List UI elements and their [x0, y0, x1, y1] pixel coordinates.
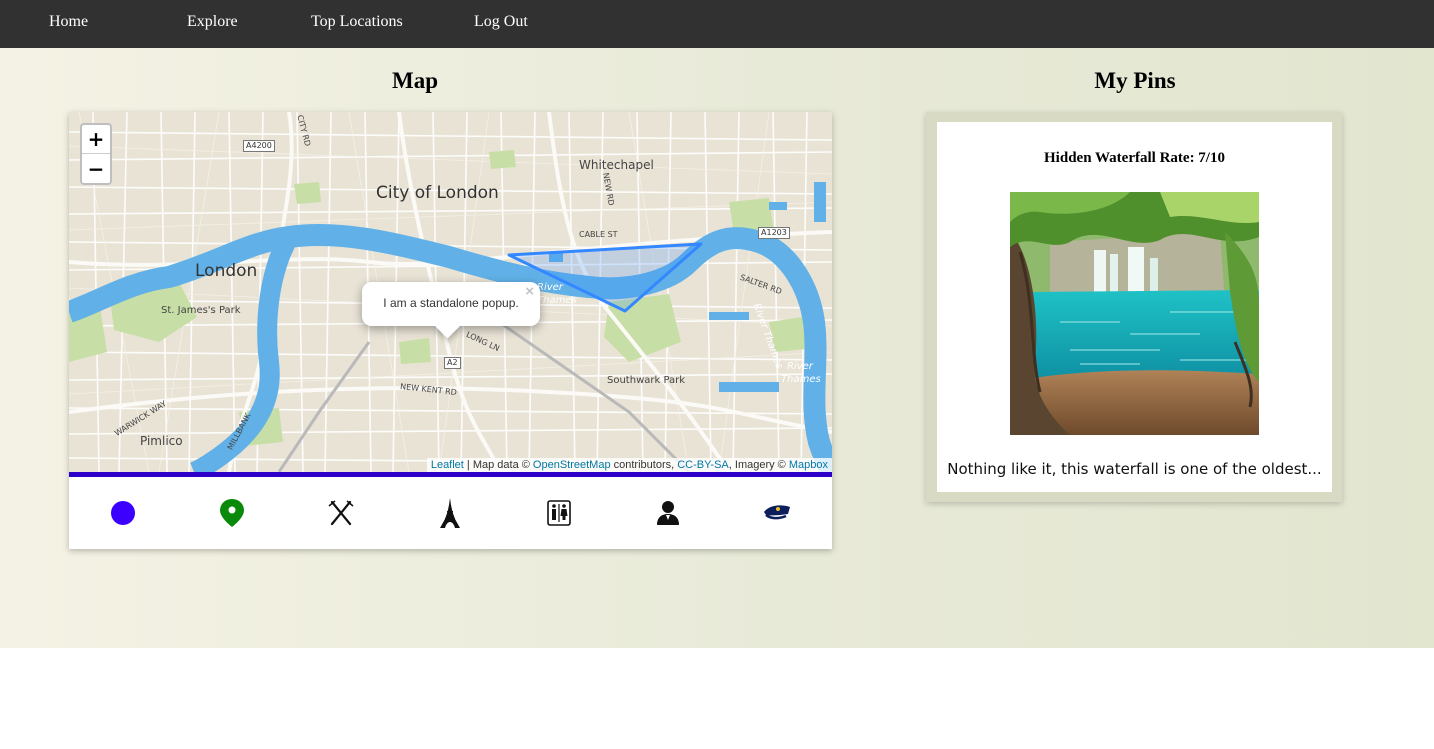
map-label-st-james-park: St. James's Park	[161, 305, 241, 316]
map-category-toolbar	[69, 477, 832, 549]
map-label-london: London	[195, 261, 258, 281]
map-label-whitechapel: Whitechapel	[579, 158, 654, 172]
police-cap-icon[interactable]	[761, 497, 793, 529]
pin-description: Nothing like it, this waterfall is one o…	[947, 460, 1322, 478]
top-navigation-bar: Home Explore Top Locations Log Out	[0, 0, 1434, 48]
zoom-out-button[interactable]: −	[82, 155, 110, 184]
attribution-text-2: contributors,	[610, 459, 678, 471]
nav-home-link[interactable]: Home	[49, 13, 88, 31]
map-card: City of London London Whitechapel St. Ja…	[69, 112, 832, 549]
pin-card[interactable]: Hidden Waterfall Rate: 7/10 Nothing like…	[926, 112, 1342, 502]
popup-close-button[interactable]: ×	[525, 283, 534, 300]
map-label-pimlico: Pimlico	[140, 434, 183, 448]
attribution-text-3: , Imagery ©	[728, 459, 789, 471]
map-attribution: Leaflet | Map data © OpenStreetMap contr…	[426, 458, 832, 472]
mapbox-link[interactable]: Mapbox	[789, 459, 828, 471]
road-sign-a1203: A1203	[758, 227, 790, 239]
person-icon[interactable]	[652, 497, 684, 529]
popup-text: I am a standalone popup.	[383, 296, 519, 310]
map-label-cable-st: CABLE ST	[579, 230, 618, 239]
eiffel-tower-icon[interactable]	[434, 497, 466, 529]
map-view[interactable]: City of London London Whitechapel St. Ja…	[69, 112, 832, 472]
map-label-thames: Thames	[537, 295, 577, 306]
pin-title: Hidden Waterfall Rate: 7/10	[1044, 150, 1225, 166]
circle-icon[interactable]	[107, 497, 139, 529]
zoom-in-button[interactable]: +	[82, 125, 110, 154]
nav-explore-link[interactable]: Explore	[187, 13, 238, 31]
nav-log-out-link[interactable]: Log Out	[474, 13, 528, 31]
waterfall-image	[1010, 192, 1259, 435]
road-sign-a4200: A4200	[243, 140, 275, 152]
map-label-river: River	[537, 282, 563, 293]
map-label-city-of-london: City of London	[376, 183, 499, 203]
pin-image-waterfall[interactable]	[1010, 192, 1259, 435]
openstreetmap-link[interactable]: OpenStreetMap	[533, 459, 611, 471]
map-section-title: Map	[392, 68, 438, 93]
attribution-text-1: | Map data ©	[463, 459, 533, 471]
pins-section-title: My Pins	[1094, 68, 1176, 93]
nav-top-locations-link[interactable]: Top Locations	[311, 13, 403, 31]
map-label-southwark-park: Southwark Park	[607, 375, 686, 386]
zoom-control: + −	[80, 123, 112, 185]
restroom-icon[interactable]	[543, 497, 575, 529]
map-pin-icon[interactable]	[216, 497, 248, 529]
leaflet-link[interactable]: Leaflet	[431, 459, 464, 471]
road-sign-a2: A2	[444, 357, 461, 369]
map-label-river-east: River	[787, 361, 813, 372]
license-link[interactable]: CC-BY-SA	[677, 459, 729, 471]
fork-knife-icon[interactable]	[325, 497, 357, 529]
pin-card-content: Hidden Waterfall Rate: 7/10 Nothing like…	[937, 122, 1332, 492]
map-label-thames-east: Thames	[781, 374, 821, 385]
map-popup: I am a standalone popup. ×	[362, 282, 540, 339]
